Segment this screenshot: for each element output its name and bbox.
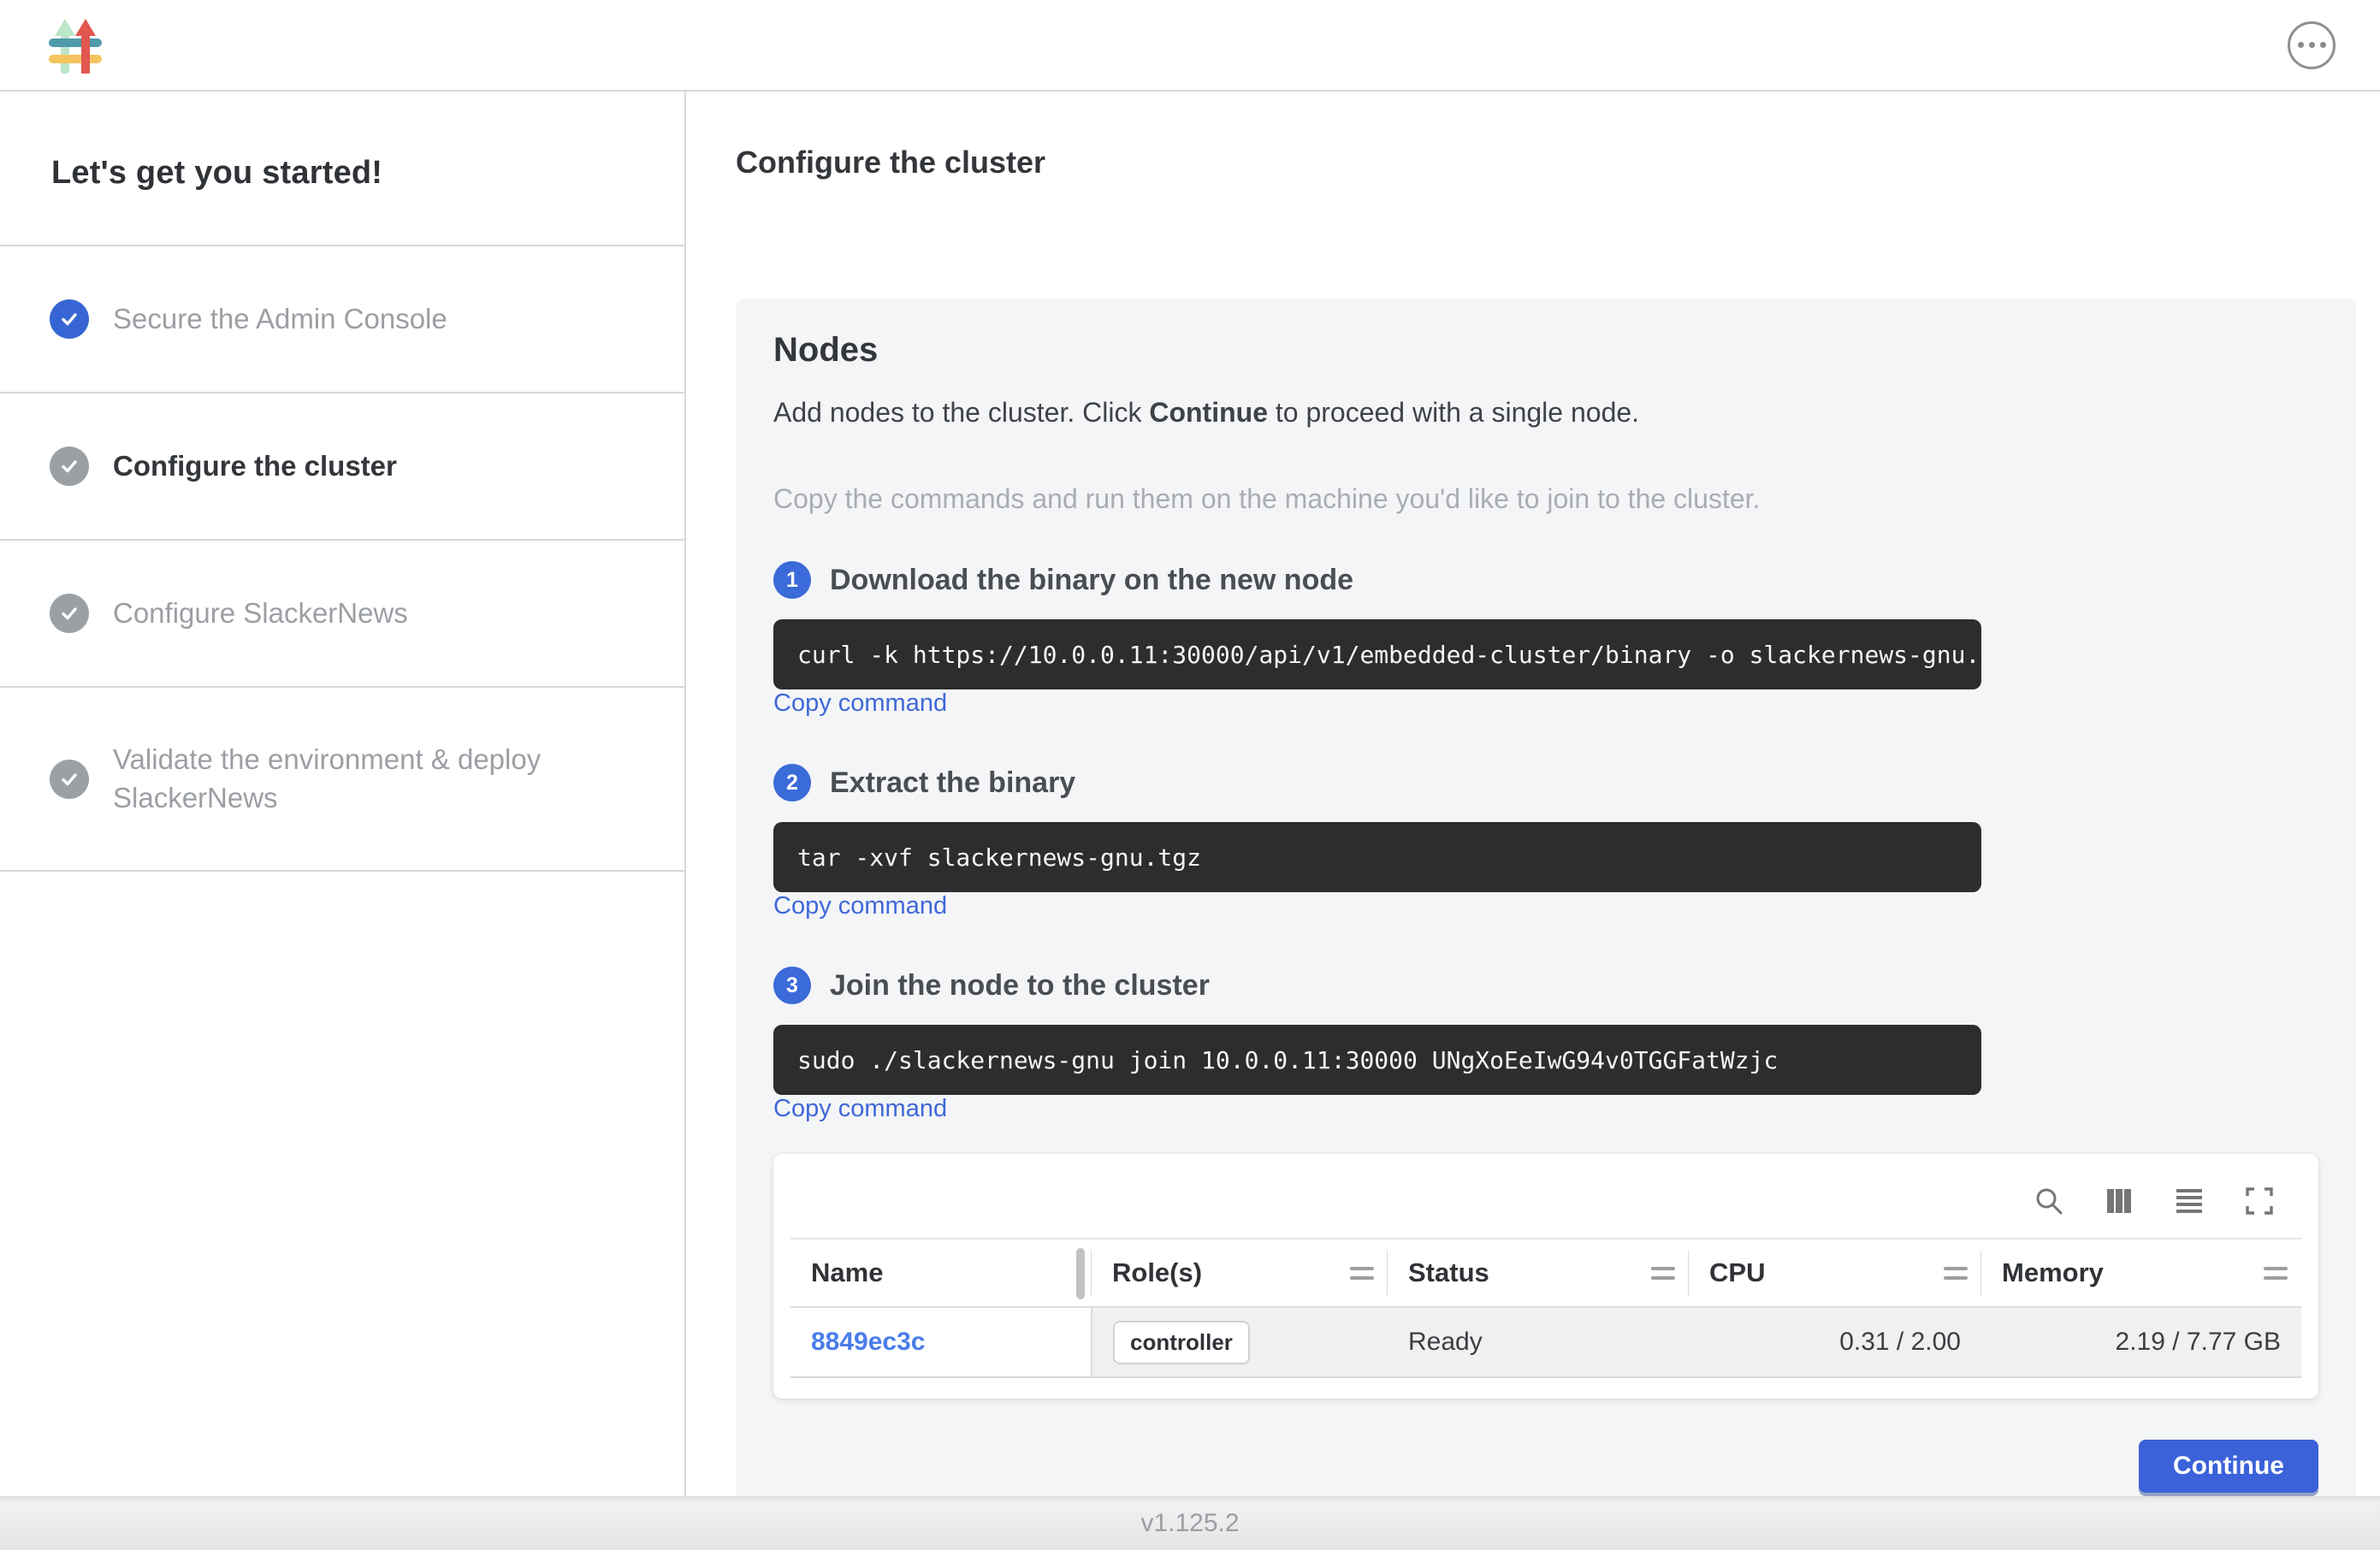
step-pending-check-icon <box>50 447 89 486</box>
nodes-table: Name Role(s) <box>790 1238 2301 1378</box>
ellipsis-icon <box>2298 42 2304 48</box>
step-complete-check-icon <box>50 299 89 339</box>
copy-command-link[interactable]: Copy command <box>773 689 947 717</box>
sidebar-item-configure-slackernews[interactable]: Configure SlackerNews <box>0 541 684 688</box>
column-resize-handle[interactable] <box>1076 1248 1085 1299</box>
version-label: v1.125.2 <box>1140 1509 1239 1538</box>
setup-steps-sidebar: Let's get you started! Secure the Admin … <box>0 92 686 1496</box>
column-header-cpu[interactable]: CPU <box>1689 1239 1981 1307</box>
top-bar <box>0 0 2380 92</box>
continue-button[interactable]: Continue <box>2139 1440 2318 1493</box>
sidebar-item-validate-deploy[interactable]: Validate the environment & deploy Slacke… <box>0 688 684 872</box>
command-text: sudo ./slackernews-gnu join 10.0.0.11:30… <box>797 1046 1778 1074</box>
step-pending-check-icon <box>50 760 89 799</box>
column-header-roles[interactable]: Role(s) <box>1092 1239 1388 1307</box>
fullscreen-icon[interactable] <box>2243 1185 2276 1217</box>
step-number-badge: 3 <box>773 967 811 1004</box>
step-number-badge: 2 <box>773 764 811 802</box>
footer: v1.125.2 <box>0 1496 2380 1550</box>
nodes-intro: Add nodes to the cluster. Click Continue… <box>773 397 2318 429</box>
node-status-cell: Ready <box>1388 1307 1689 1377</box>
nodes-heading: Nodes <box>773 331 2318 370</box>
sidebar-item-configure-cluster[interactable]: Configure the cluster <box>0 393 684 541</box>
sidebar-item-label: Secure the Admin Console <box>113 300 447 339</box>
copy-command-link[interactable]: Copy command <box>773 1095 947 1122</box>
column-drag-icon[interactable] <box>1651 1267 1675 1280</box>
nodes-card: Nodes Add nodes to the cluster. Click Co… <box>736 299 2356 1496</box>
step-extract-binary: 2 Extract the binary tar -xvf slackernew… <box>773 718 2318 920</box>
table-header-row: Name Role(s) <box>790 1239 2301 1307</box>
sidebar-title: Let's get you started! <box>0 92 684 246</box>
main-pane: Configure the cluster Nodes Add nodes to… <box>686 92 2380 1496</box>
sidebar-item-label: Configure SlackerNews <box>113 595 408 633</box>
role-chip: controller <box>1113 1321 1250 1364</box>
step-download-binary: 1 Download the binary on the new node cu… <box>773 515 2318 718</box>
node-name-cell: 8849ec3c <box>790 1307 1092 1377</box>
copy-instructions: Copy the commands and run them on the ma… <box>773 483 2318 515</box>
search-icon[interactable] <box>2033 1185 2065 1217</box>
node-memory-cell: 2.19 / 7.77 GB <box>1981 1307 2301 1377</box>
node-name-link[interactable]: 8849ec3c <box>811 1328 925 1356</box>
step-join-node: 3 Join the node to the cluster sudo ./sl… <box>773 920 2318 1123</box>
table-toolbar <box>790 1173 2301 1238</box>
step-title: Join the node to the cluster <box>830 969 1210 1003</box>
command-text: tar -xvf slackernews-gnu.tgz <box>797 843 1201 872</box>
column-header-status[interactable]: Status <box>1388 1239 1689 1307</box>
nodes-table-card: Name Role(s) <box>773 1154 2318 1399</box>
column-drag-icon[interactable] <box>1350 1267 1374 1280</box>
step-pending-check-icon <box>50 594 89 633</box>
step-number-badge: 1 <box>773 561 811 599</box>
node-roles-cell: controller <box>1092 1307 1388 1377</box>
step-title: Download the binary on the new node <box>830 564 1353 597</box>
sidebar-item-secure-admin-console[interactable]: Secure the Admin Console <box>0 246 684 393</box>
overflow-menu-button[interactable] <box>2288 21 2336 69</box>
column-header-name[interactable]: Name <box>790 1239 1092 1307</box>
column-header-memory[interactable]: Memory <box>1981 1239 2301 1307</box>
column-drag-icon[interactable] <box>1944 1267 1968 1280</box>
sidebar-item-label: Validate the environment & deploy Slacke… <box>113 741 609 817</box>
table-row: 8849ec3c controller Ready 0.31 / 2.00 2.… <box>790 1307 2301 1377</box>
admin-console-app: Let's get you started! Secure the Admin … <box>0 0 2380 1550</box>
column-drag-icon[interactable] <box>2264 1267 2288 1280</box>
show-columns-icon[interactable] <box>2103 1185 2135 1217</box>
command-text: curl -k https://10.0.0.11:30000/api/v1/e… <box>797 641 2023 669</box>
slackernews-logo-icon <box>48 17 103 74</box>
step-title: Extract the binary <box>830 766 1075 800</box>
command-code-block: tar -xvf slackernews-gnu.tgz <box>773 822 1981 892</box>
density-icon[interactable] <box>2173 1185 2205 1217</box>
node-cpu-cell: 0.31 / 2.00 <box>1689 1307 1981 1377</box>
page-title: Configure the cluster <box>736 145 2356 180</box>
command-code-block: curl -k https://10.0.0.11:30000/api/v1/e… <box>773 619 1981 689</box>
copy-command-link[interactable]: Copy command <box>773 892 947 920</box>
sidebar-item-label: Configure the cluster <box>113 447 397 486</box>
command-code-block: sudo ./slackernews-gnu join 10.0.0.11:30… <box>773 1025 1981 1095</box>
